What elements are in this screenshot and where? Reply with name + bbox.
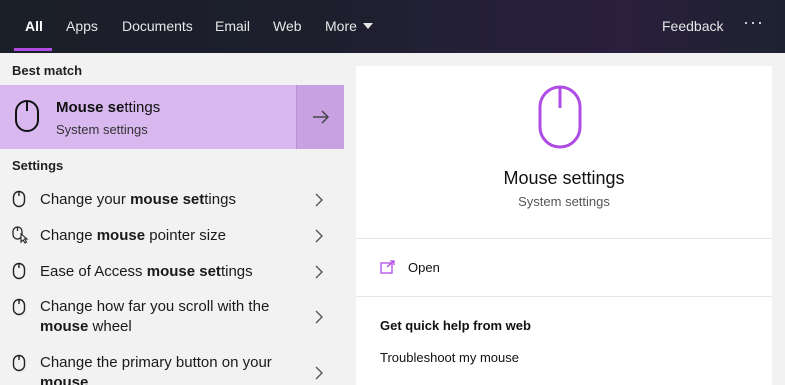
divider	[356, 296, 772, 297]
preview-subtitle: System settings	[518, 194, 610, 209]
list-item[interactable]: Change how far you scroll with the mouse…	[0, 295, 344, 339]
list-item-label: Change the primary button on your mouse	[40, 353, 300, 385]
chevron-right-icon	[314, 264, 324, 285]
divider	[356, 238, 772, 239]
chevron-down-icon	[362, 23, 373, 29]
tab-web[interactable]: Web	[273, 18, 302, 34]
list-item-label-pre: Ease of Access	[40, 263, 147, 280]
results-panel: Best match Mouse settings System setting…	[0, 53, 344, 385]
tab-documents[interactable]: Documents	[122, 18, 193, 34]
mouse-icon	[12, 298, 26, 321]
list-item[interactable]: Change your mouse settings	[0, 187, 344, 217]
preview-panel: Mouse settings System settings Open Get …	[356, 66, 772, 385]
best-match-title-rest: ttings	[124, 99, 161, 116]
list-item-label-pre: Change your	[40, 191, 131, 208]
list-item-label-pre: Change the primary button on your	[40, 354, 272, 371]
list-item-label-post: pointer size	[145, 227, 226, 244]
chevron-right-icon	[314, 365, 324, 385]
open-icon	[380, 260, 396, 279]
tab-all[interactable]: All	[25, 18, 43, 34]
tab-more-label: More	[325, 18, 357, 34]
best-match-title-bold: Mouse se	[56, 99, 125, 116]
list-item[interactable]: Change mouse pointer size	[0, 223, 344, 253]
list-item-label-pre: Change	[40, 227, 97, 244]
best-match-subtitle: System settings	[56, 122, 148, 137]
chevron-right-icon	[314, 192, 324, 213]
list-item-label-bold: mouse	[96, 227, 146, 244]
more-options-button[interactable]: ···	[743, 12, 764, 33]
search-tab-bar: All Apps Documents Email Web More Feedba…	[0, 0, 785, 53]
mouse-icon	[12, 262, 26, 285]
help-section-title: Get quick help from web	[380, 318, 531, 333]
feedback-button[interactable]: Feedback	[662, 18, 723, 34]
list-item-label-bold: mouse set	[130, 191, 205, 208]
list-item-label-pre: Change how far you scroll with the	[40, 298, 270, 315]
list-item-label-post: tings	[204, 191, 236, 208]
best-match-title: Mouse settings	[56, 99, 160, 116]
tab-apps[interactable]: Apps	[66, 18, 98, 34]
list-item[interactable]: Ease of Access mouse settings	[0, 259, 344, 289]
tab-more[interactable]: More	[325, 18, 373, 34]
arrow-right-icon	[311, 109, 331, 130]
active-tab-indicator	[14, 48, 52, 51]
mouse-icon	[14, 99, 40, 138]
best-match-header: Best match	[12, 63, 83, 78]
preview-title: Mouse settings	[503, 168, 625, 188]
open-details-button[interactable]	[296, 85, 344, 149]
best-match-result[interactable]: Mouse settings System settings	[0, 85, 344, 149]
list-item-label: Change your mouse settings	[40, 190, 300, 210]
troubleshoot-link[interactable]: Troubleshoot my mouse	[380, 350, 519, 365]
list-item-label-bold: mouse set	[146, 263, 221, 280]
list-item-label-post: tings	[220, 263, 253, 280]
mouse-icon	[12, 190, 26, 213]
list-item-label: Ease of Access mouse settings	[40, 262, 300, 282]
list-item-label-bold: mouse	[40, 374, 89, 385]
tab-email[interactable]: Email	[215, 18, 250, 34]
mouse-icon	[12, 354, 26, 377]
open-action[interactable]: Open	[356, 252, 772, 282]
chevron-right-icon	[314, 309, 324, 330]
settings-header: Settings	[12, 158, 64, 173]
list-item-label: Change how far you scroll with the mouse…	[40, 297, 300, 337]
mouse-pointer-icon	[12, 226, 30, 249]
best-match-main[interactable]: Mouse settings System settings	[0, 85, 295, 149]
list-item[interactable]: Change the primary button on your mouse	[0, 351, 344, 385]
mouse-icon	[537, 84, 583, 155]
chevron-right-icon	[314, 228, 324, 249]
list-item-label-bold: mouse	[40, 318, 89, 335]
list-item-label-post: wheel	[88, 318, 132, 335]
open-label: Open	[408, 260, 440, 275]
list-item-label: Change mouse pointer size	[40, 226, 300, 246]
